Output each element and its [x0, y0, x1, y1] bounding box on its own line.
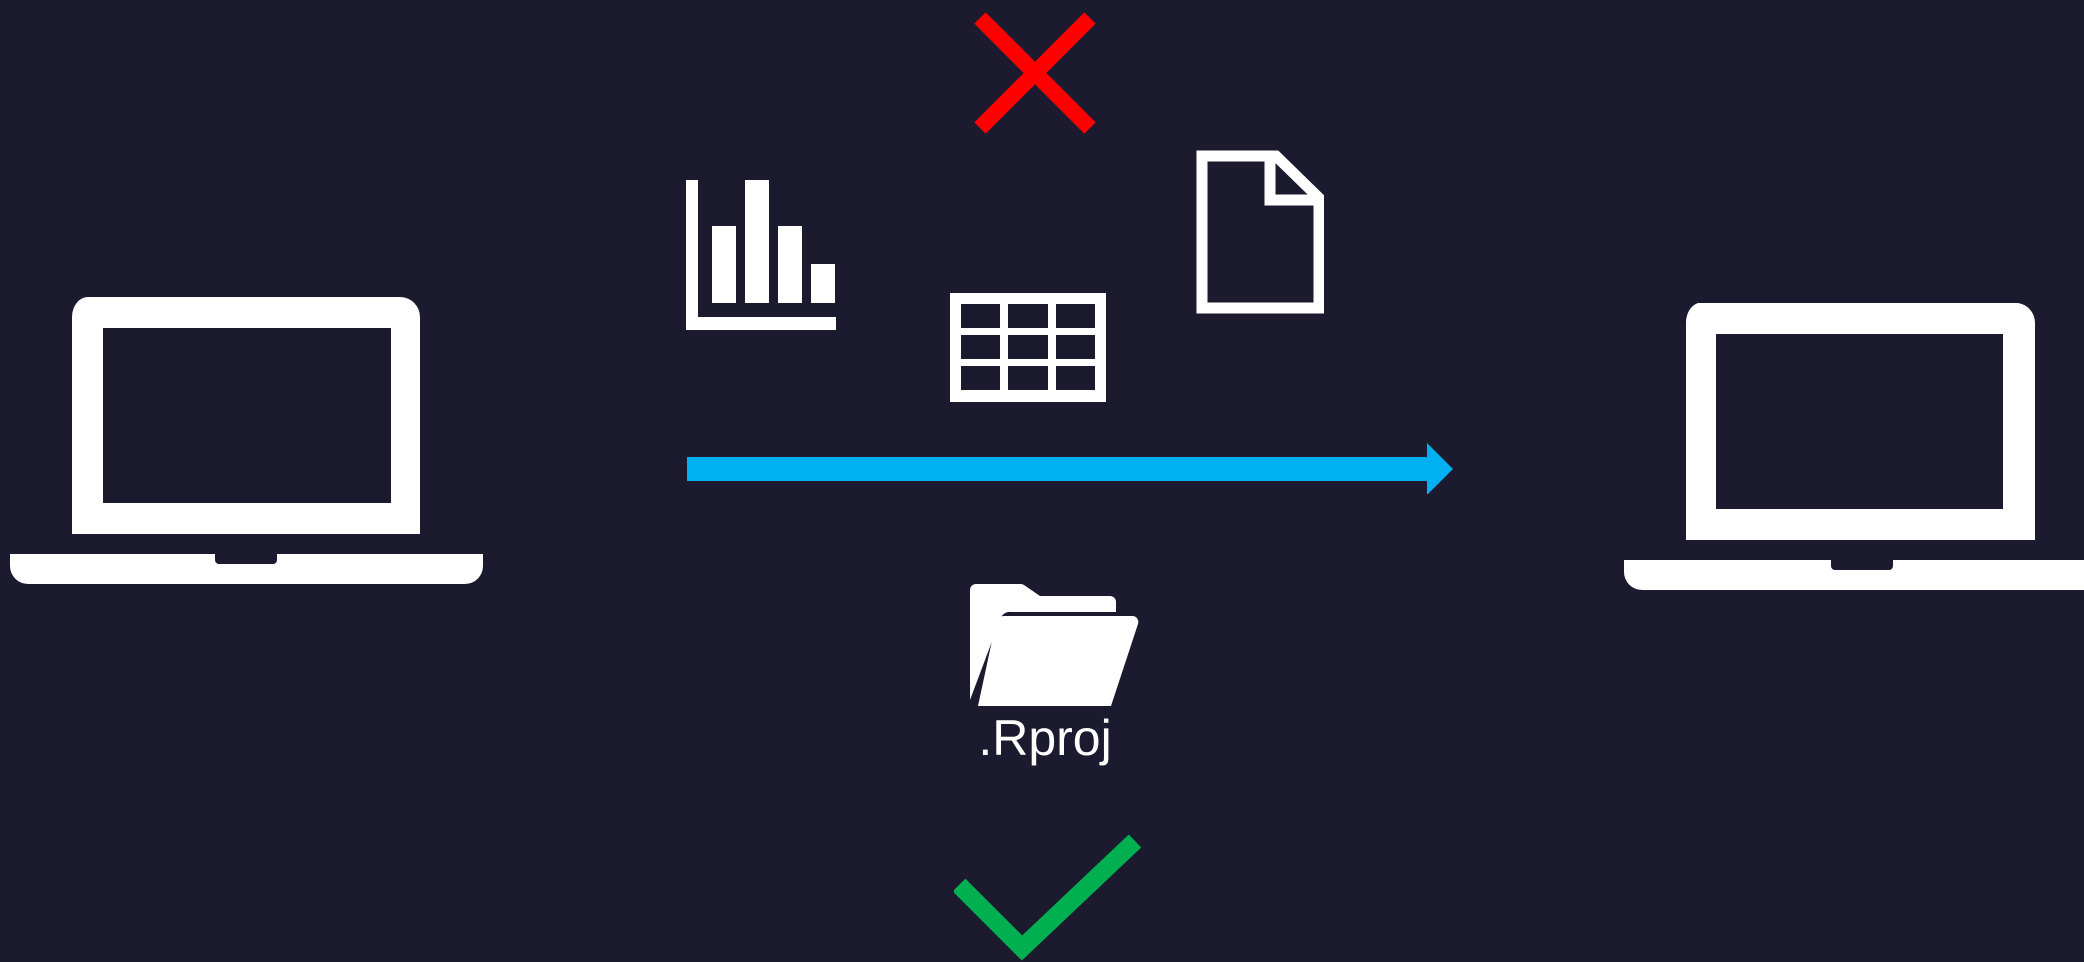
open-folder-icon [970, 583, 1139, 706]
right-arrow-icon [687, 443, 1453, 494]
transfer-arrow [687, 443, 1453, 494]
table-grid-icon [950, 293, 1106, 402]
right-laptop [1624, 303, 2084, 590]
bar-chart-icon [686, 180, 836, 330]
document-icon [1196, 150, 1324, 314]
folder-glyph [970, 583, 1139, 706]
laptop-icon [10, 297, 483, 584]
checkmark-icon [954, 834, 1142, 961]
accept-mark [954, 834, 1142, 961]
rproj-file-label: .Rproj [978, 710, 1112, 766]
project-transfer-diagram: .Rproj [0, 0, 2084, 962]
chart-glyph [686, 180, 836, 330]
left-laptop [10, 297, 483, 584]
table-glyph [950, 293, 1106, 402]
laptop-icon [1624, 303, 2084, 590]
reject-mark [974, 12, 1096, 134]
file-glyph [1196, 150, 1324, 314]
cross-icon [974, 12, 1096, 134]
